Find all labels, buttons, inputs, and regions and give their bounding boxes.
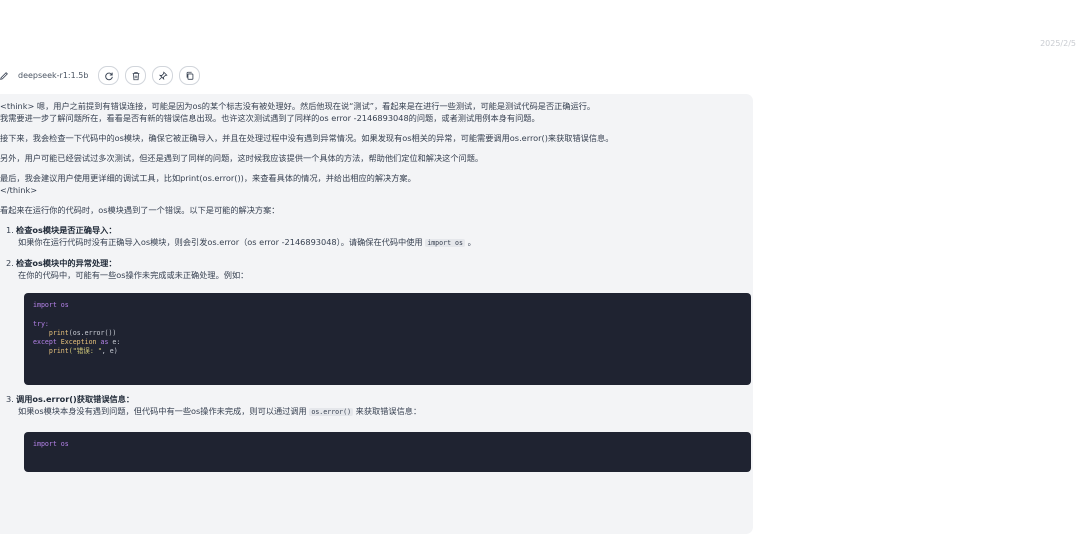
think-line: 最后，我会建议用户使用更详细的调试工具，比如print(os.error())，… [0, 173, 416, 183]
copy-button[interactable] [179, 66, 201, 85]
list-item-body: 如果你在运行代码时没有正确导入os模块，则会引发os.error（os erro… [18, 237, 476, 247]
inline-code: import os [425, 239, 465, 247]
pin-icon [158, 70, 168, 80]
code-block[interactable]: import os try: print(os.error()) except … [24, 293, 751, 385]
assistant-message: <think> 嗯，用户之前提到有错误连接，可能是因为os的某个标志没有被处理好… [0, 94, 753, 534]
regenerate-button[interactable] [98, 66, 120, 85]
message-toolbar: deepseek-r1:1.5b [0, 66, 201, 85]
delete-icon [132, 71, 140, 80]
model-name: deepseek-r1:1.5b [18, 71, 89, 80]
think-line: 接下来，我会检查一下代码中的os模块，确保它被正确导入，并且在处理过程中没有遇到… [0, 133, 614, 143]
delete-button[interactable] [125, 66, 147, 85]
message-date: 2025/2/5 [1040, 39, 1076, 48]
list-item-body: 在你的代码中，可能有一些os操作未完成或未正确处理。例如： [18, 270, 249, 280]
solution-list: 1. 检查os模块是否正确导入： 如果你在运行代码时没有正确导入os模块，则会引发… [6, 224, 753, 472]
list-item-title: 3. 调用os.error()获取错误信息： [6, 394, 135, 404]
code-block[interactable]: import os [24, 432, 751, 472]
think-line: <think> 嗯，用户之前提到有错误连接，可能是因为os的某个标志没有被处理好… [0, 101, 596, 111]
copy-icon [186, 71, 194, 80]
think-line: 我需要进一步了解问题所在，看看是否有新的错误信息出现。也许这次测试遇到了同样的o… [0, 113, 540, 123]
think-line: 另外，用户可能已经尝试过多次测试，但还是遇到了同样的问题，这时候我应该提供一个具… [0, 153, 484, 163]
inline-code: os.error() [309, 408, 354, 416]
pin-button[interactable] [152, 66, 174, 85]
edit-icon[interactable] [0, 68, 12, 84]
list-item-title: 2. 检查os模块中的异常处理： [6, 258, 117, 268]
list-item-body: 如果os模块本身没有遇到问题，但代码中有一些os操作未完成，则可以通过调用 os… [18, 406, 422, 416]
regenerate-icon [105, 72, 113, 80]
list-item-title: 1. 检查os模块是否正确导入： [6, 225, 117, 235]
answer-intro: 看起来在运行你的代码时，os模块遇到了一个错误。以下是可能的解决方案： [0, 205, 280, 215]
think-end: </think> [0, 185, 38, 195]
